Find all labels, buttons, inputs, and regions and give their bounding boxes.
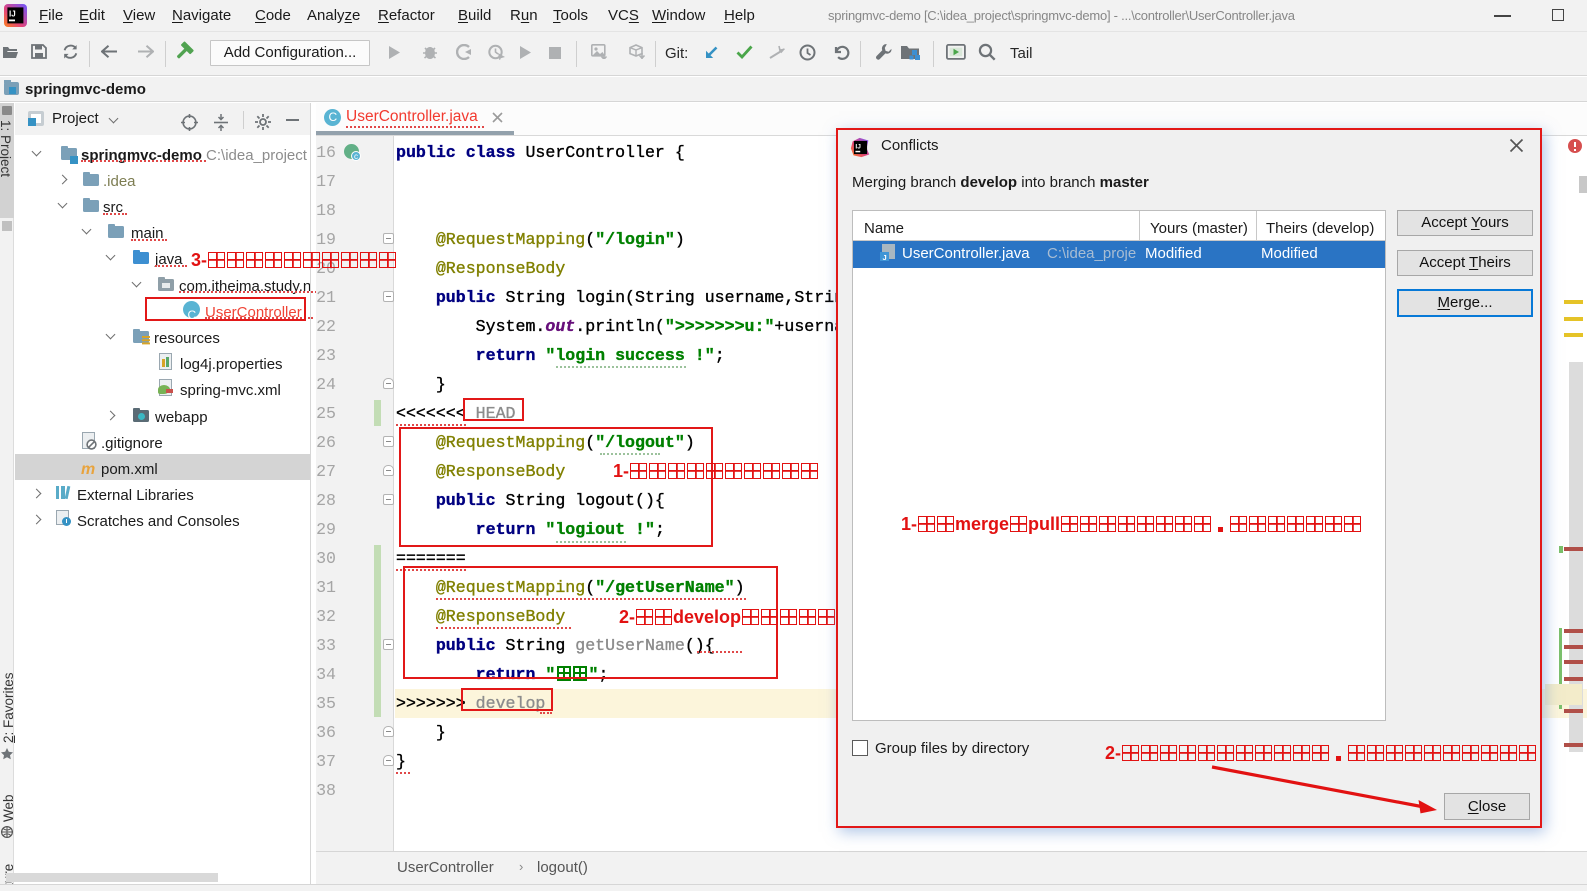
svg-text:IJ: IJ <box>855 143 861 150</box>
